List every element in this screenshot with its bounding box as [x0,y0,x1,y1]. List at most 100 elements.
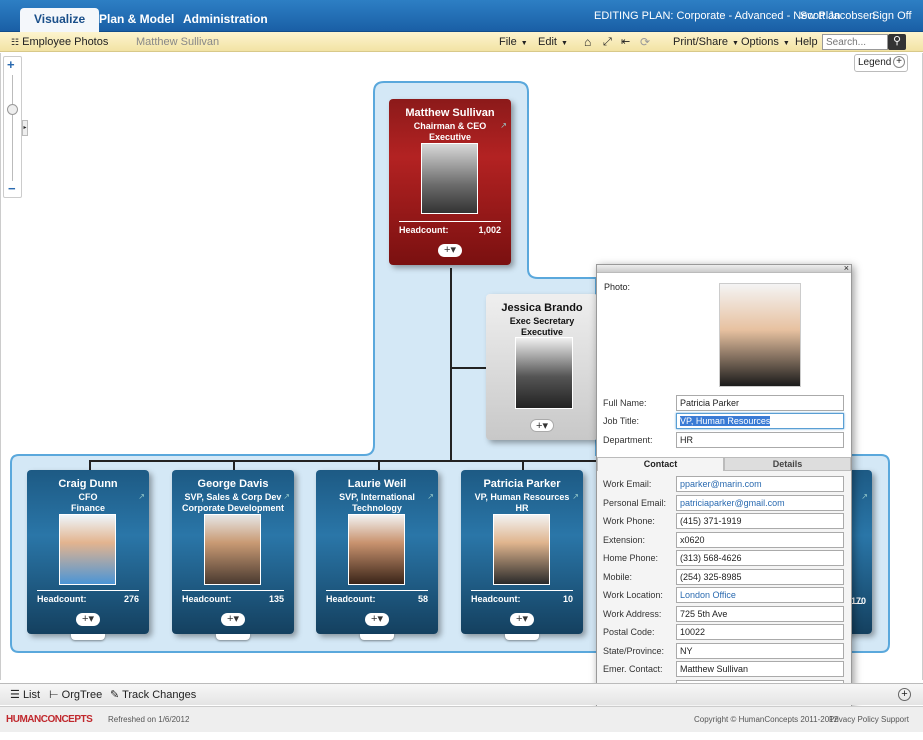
collapse-tab[interactable] [71,634,105,640]
job-title-selection: VP, Human Resources [680,416,771,426]
org-card-root[interactable]: Matthew Sullivan Chairman & CEO Executiv… [389,99,511,265]
open-external-icon[interactable]: ↗ [138,492,145,501]
close-icon[interactable]: × [844,263,849,273]
department-field[interactable]: HR [676,432,844,448]
fit-screen-icon[interactable]: ⤢ [603,32,612,52]
collapse-tab[interactable] [505,634,539,640]
card-name: Patricia Parker [483,478,561,490]
org-card-report[interactable]: Craig Dunn CFO Finance Headcount: 276 +▾ … [27,470,149,634]
job-title-label: Job Title: [603,416,640,426]
contact-field-row: State/Province: NY [603,642,845,661]
add-view-icon[interactable]: + [898,688,911,701]
headcount-label: Headcount: [471,594,521,604]
legend-button[interactable]: Legend + [854,54,908,72]
contact-field-value[interactable]: NY [676,642,844,659]
contact-field-label: Mobile: [603,571,633,582]
panel-drag-handle[interactable] [597,265,851,273]
track-changes-button[interactable]: ✎ Track Changes [110,685,196,705]
employee-photos-button[interactable]: ☷ Employee Photos [11,32,108,52]
tab-details[interactable]: Details [724,457,851,471]
org-card-report[interactable]: Laurie Weil SVP, International Technolog… [316,470,438,634]
open-external-icon[interactable]: ↗ [427,492,434,501]
department-label: Department: [603,435,653,445]
contact-field-row: Emer. Contact: Matthew Sullivan [603,661,845,679]
options-label: Options [741,36,779,48]
connector-line [378,460,380,470]
user-name-link[interactable]: Scott Jacobsen [800,0,875,32]
employee-photo [204,514,261,585]
zoom-track [12,75,13,181]
contact-field-label: Extension: [603,534,646,545]
zoom-handle[interactable] [7,104,18,115]
search-icon[interactable]: ⚲ [888,34,906,50]
refresh-icon[interactable]: ⟳ [640,32,650,52]
contact-field-value[interactable]: x0620 [676,531,844,548]
expand-icon[interactable]: +▾ [221,613,245,626]
card-department: Executive [428,132,472,142]
employee-detail-panel[interactable]: × Photo: Full Name: Patricia Parker Job … [596,263,852,707]
headcount-value: 10 [562,594,573,604]
org-card-assistant[interactable]: Jessica Brando Exec Secretary Executive … [486,294,598,440]
file-menu[interactable]: File ▼ [499,32,528,52]
back-icon[interactable]: ⇤ [621,32,630,52]
open-external-icon[interactable]: ↗ [500,121,507,130]
contact-field-value[interactable]: 10022 [676,624,844,640]
contact-field-value[interactable]: Matthew Sullivan [676,661,844,677]
headcount-label: Headcount: [399,225,449,235]
card-name: Jessica Brando [501,302,583,314]
contact-field-value[interactable]: (254) 325-8985 [676,568,844,585]
contact-field-value[interactable]: pparker@marin.com [676,476,844,492]
legend-label: Legend [858,57,892,68]
options-menu[interactable]: Options ▼ [741,32,790,52]
tab-administration[interactable]: Administration [169,8,282,32]
contact-field-value[interactable]: 725 5th Ave [676,605,844,622]
full-name-row: Full Name: Patricia Parker [603,395,845,413]
breadcrumb[interactable]: Matthew Sullivan [136,32,219,52]
contact-field-value[interactable]: patriciaparker@gmail.com [676,494,844,511]
full-name-field[interactable]: Patricia Parker [676,395,844,411]
contact-field-value[interactable]: (415) 371-1919 [676,513,844,529]
collapse-tab[interactable] [360,634,394,640]
contact-field-value[interactable]: London Office [676,587,844,603]
contact-field-value[interactable]: (313) 568-4626 [676,550,844,566]
orgtree-view-button[interactable]: ⊢ OrgTree [49,685,102,705]
contact-field-label: Work Location: [603,590,663,600]
expand-icon[interactable]: +▾ [510,613,534,626]
edit-icon: ✎ [110,689,120,701]
org-card-report[interactable]: Patricia Parker VP, Human Resources HR H… [461,470,583,634]
open-external-icon[interactable]: ↗ [283,492,290,501]
headcount-value: 135 [268,594,284,604]
edit-menu[interactable]: Edit ▼ [538,32,568,52]
job-title-field[interactable]: VP, Human Resources [676,413,844,429]
sign-off-link[interactable]: Sign Off [872,0,912,32]
expand-icon[interactable]: +▾ [530,419,554,432]
home-icon[interactable]: ⌂ [584,32,591,52]
headcount-label: Headcount: [182,594,232,604]
zoom-in-icon[interactable]: + [7,57,15,72]
zoom-slider[interactable]: + − [3,56,22,198]
support-link[interactable]: Support [881,715,909,724]
privacy-policy-link[interactable]: Privacy Policy [829,715,879,724]
contact-field-label: Work Email: [603,479,652,489]
tab-contact[interactable]: Contact [597,457,724,471]
print-share-menu[interactable]: Print/Share ▼ [673,32,739,52]
help-link[interactable]: Help [795,32,818,52]
track-changes-label: Track Changes [122,689,197,701]
org-card-report[interactable]: George Davis SVP, Sales & Corp Dev Corpo… [172,470,294,634]
open-external-icon[interactable]: ↗ [572,492,579,501]
collapse-handle[interactable]: ▸ [22,120,28,136]
search-input[interactable] [822,34,888,50]
zoom-out-icon[interactable]: − [8,181,16,196]
employee-photo [348,514,405,585]
card-title: Exec Secretary [509,316,575,326]
list-label: List [22,689,41,701]
expand-icon[interactable]: +▾ [76,613,100,626]
expand-icon[interactable]: +▾ [365,613,389,626]
list-view-button[interactable]: ☰ List [10,685,40,705]
open-external-icon[interactable]: ↗ [861,492,868,501]
connector-line [89,460,91,470]
top-nav-bar: Visualize Plan & Model Administration ED… [0,0,923,32]
contact-field-label: Work Phone: [603,516,655,526]
collapse-tab[interactable] [216,634,250,640]
expand-icon[interactable]: +▾ [438,244,462,257]
